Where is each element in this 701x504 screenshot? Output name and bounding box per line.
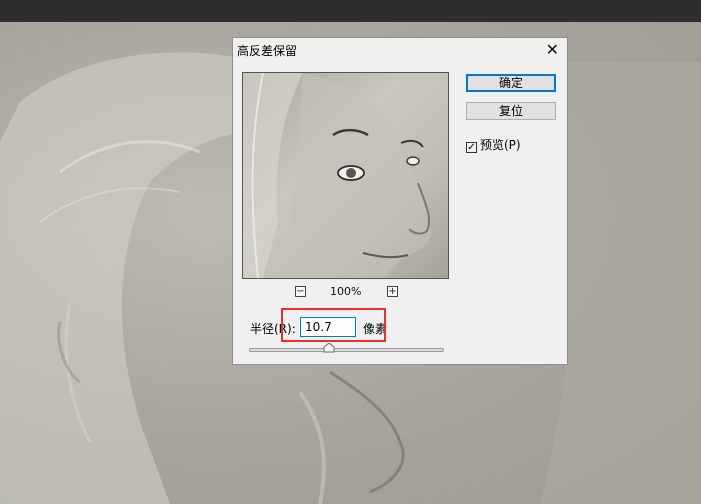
highlight-box [281,308,386,342]
zoom-out-button[interactable]: − [295,286,306,297]
app-top-bar [0,0,701,22]
preview-face-image [243,73,432,278]
checkbox-icon[interactable]: ✓ [466,142,477,153]
preview-checkbox-label: 预览(P) [480,138,521,152]
high-pass-dialog: 高反差保留 ✕ − 100% + 确定 复位 ✓预览(P) 半径(R): 像素 [232,37,568,365]
radius-slider-track[interactable] [249,348,444,352]
ok-button[interactable]: 确定 [466,74,556,92]
close-icon[interactable]: ✕ [546,40,559,59]
zoom-level: 100% [330,285,362,298]
radius-slider-thumb[interactable] [323,343,335,353]
preview-pane[interactable] [242,72,449,279]
preview-checkbox[interactable]: ✓ 预览(P) [466,136,521,153]
dialog-title: 高反差保留 [237,44,298,58]
zoom-in-button[interactable]: + [387,286,398,297]
zoom-controls: − 100% + [295,285,398,300]
reset-button[interactable]: 复位 [466,102,556,120]
